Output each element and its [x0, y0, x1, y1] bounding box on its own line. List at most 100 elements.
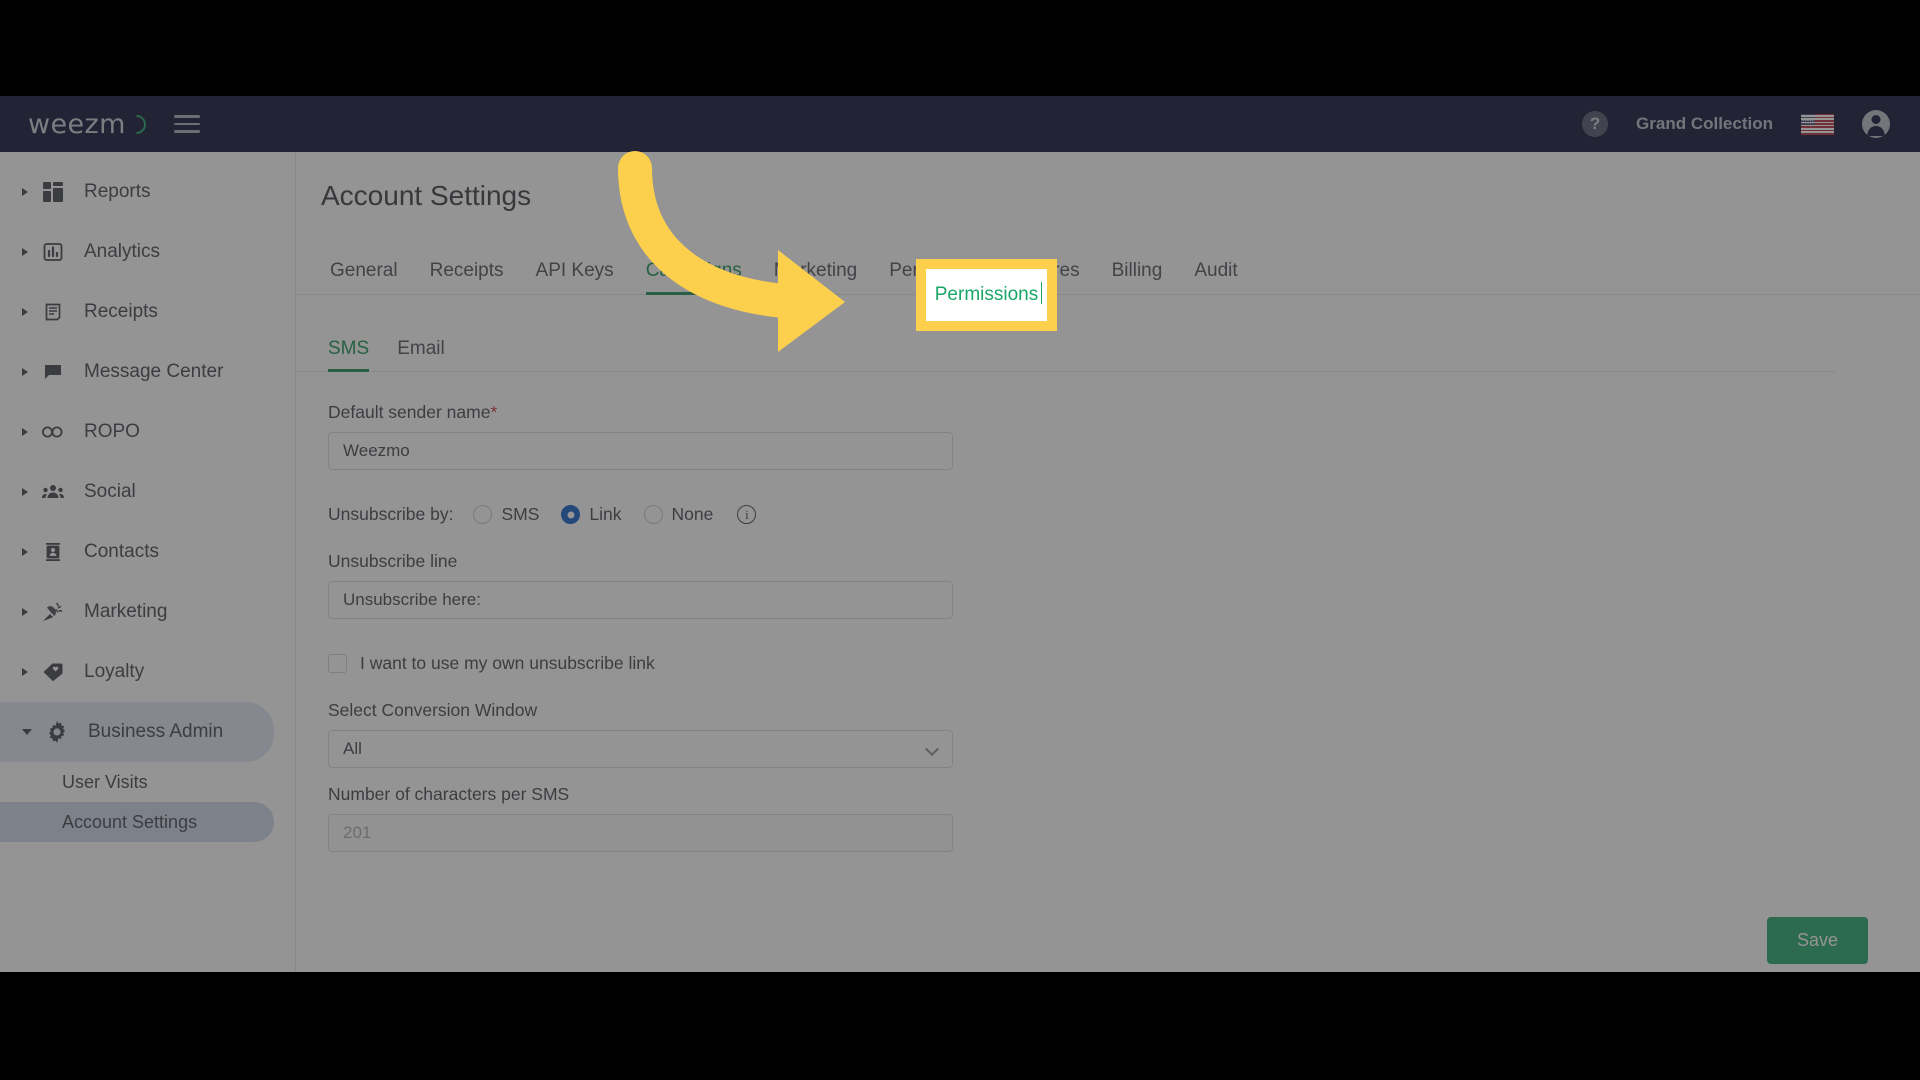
chevron-right-icon — [22, 488, 28, 496]
chevron-right-icon — [22, 368, 28, 376]
message-bubble-icon — [40, 359, 66, 385]
sidebar-item-marketing[interactable]: Marketing — [0, 582, 295, 642]
sidebar-item-ropo[interactable]: ROPO — [0, 402, 295, 462]
radio-label-none: None — [671, 504, 714, 524]
radio-circle-none[interactable] — [643, 505, 663, 524]
hamburger-menu-icon[interactable] — [173, 110, 200, 138]
application-window: weezm ? Grand Collection Reports Analyti… — [0, 96, 1920, 972]
top-navbar: weezm ? Grand Collection — [0, 96, 1920, 152]
infinity-icon — [40, 419, 66, 445]
screenshot-root: weezm ? Grand Collection Reports Analyti… — [0, 0, 1920, 1080]
default-sender-name-input[interactable] — [328, 432, 953, 470]
sidebar-item-label: Message Center — [84, 361, 224, 382]
label-text: Default sender name — [328, 402, 491, 422]
price-tag-heart-icon — [40, 659, 66, 685]
save-button[interactable]: Save — [1766, 917, 1868, 964]
sidebar-item-label: Business Admin — [88, 721, 224, 742]
chevron-right-icon — [22, 428, 28, 436]
sidebar-item-label: ROPO — [84, 421, 140, 442]
brand-logo[interactable]: weezm — [28, 109, 150, 140]
chevron-right-icon — [22, 668, 28, 676]
sidebar-item-social[interactable]: Social — [0, 462, 295, 522]
main-content: Account Settings General Receipts API Ke… — [295, 152, 1920, 972]
default-sender-name-label: Default sender name* — [328, 402, 1920, 423]
radio-option-none[interactable]: None — [643, 504, 714, 525]
channel-tab-bar: SMS Email — [296, 327, 1836, 372]
party-popper-icon — [40, 599, 66, 625]
sidebar-item-reports[interactable]: Reports — [0, 162, 295, 222]
sidebar-item-label: Loyalty — [84, 661, 145, 682]
unsubscribe-by-label: Unsubscribe by: — [328, 504, 454, 524]
sidebar-item-contacts[interactable]: Contacts — [0, 522, 295, 582]
contact-card-icon — [40, 539, 66, 565]
dashboard-grid-icon — [40, 179, 66, 205]
flag-stripe — [1801, 115, 1834, 117]
radio-option-sms[interactable]: SMS — [473, 504, 539, 525]
sidebar-item-loyalty[interactable]: Loyalty — [0, 642, 295, 702]
bar-chart-icon — [40, 239, 66, 265]
chevron-right-icon — [22, 248, 28, 256]
radio-label-link: Link — [589, 504, 622, 524]
unsubscribe-line-input[interactable] — [328, 581, 953, 619]
subtab-sms[interactable]: SMS — [314, 338, 383, 372]
conversion-window-value: All — [343, 739, 362, 758]
campaign-sms-form: Default sender name* Unsubscribe by: SMS… — [296, 372, 1920, 852]
sidebar-navigation: Reports Analytics Receipts Message Cente… — [0, 152, 295, 972]
us-flag-icon[interactable] — [1801, 113, 1834, 135]
unsubscribe-by-radio-group: Unsubscribe by: SMS Link None i — [328, 504, 1920, 525]
flag-stripe — [1801, 131, 1834, 133]
chars-per-sms-label: Number of characters per SMS — [328, 784, 570, 804]
radio-circle-sms[interactable] — [473, 505, 493, 524]
checkbox-label: I want to use my own unsubscribe link — [360, 653, 655, 673]
chevron-right-icon — [22, 308, 28, 316]
sidebar-item-label: Reports — [84, 181, 151, 202]
permissions-tab-highlight[interactable]: Permissions — [916, 259, 1057, 331]
radio-option-link[interactable]: Link — [561, 504, 622, 525]
conversion-window-label: Select Conversion Window — [328, 700, 538, 720]
organization-name[interactable]: Grand Collection — [1636, 114, 1773, 134]
settings-tab-bar: General Receipts API Keys Campaigns Mark… — [296, 250, 1920, 295]
receipt-icon — [40, 299, 66, 325]
chevron-down-icon — [22, 728, 32, 739]
user-avatar-icon[interactable] — [1862, 110, 1890, 138]
sidebar-item-message-center[interactable]: Message Center — [0, 342, 295, 402]
conversion-window-select[interactable]: All — [328, 730, 953, 768]
sidebar-item-label: Marketing — [84, 601, 168, 622]
chars-per-sms-input[interactable] — [328, 814, 953, 852]
tab-receipts[interactable]: Receipts — [414, 260, 520, 294]
chevron-down-icon — [924, 741, 940, 757]
sidebar-subitem-account-settings[interactable]: Account Settings — [0, 802, 274, 842]
chevron-right-icon — [22, 188, 28, 196]
tab-campaigns[interactable]: Campaigns — [630, 260, 758, 295]
tab-general[interactable]: General — [314, 260, 414, 294]
subtab-email[interactable]: Email — [383, 338, 459, 371]
required-asterisk: * — [490, 402, 498, 422]
hamburger-bar — [173, 115, 200, 118]
navbar-right-group: ? Grand Collection — [1582, 110, 1890, 138]
hamburger-bar — [173, 130, 200, 133]
own-unsubscribe-link-checkbox-row[interactable]: I want to use my own unsubscribe link — [328, 653, 1920, 674]
radio-circle-link[interactable] — [561, 505, 581, 524]
people-group-icon — [40, 479, 66, 505]
help-question-icon[interactable]: ? — [1582, 111, 1609, 137]
tab-marketing[interactable]: Marketing — [758, 260, 873, 294]
sidebar-item-analytics[interactable]: Analytics — [0, 222, 295, 282]
flag-stripe — [1801, 128, 1834, 130]
sidebar-item-label: Social — [84, 481, 136, 502]
tab-api-keys[interactable]: API Keys — [520, 260, 630, 294]
info-icon[interactable]: i — [737, 505, 757, 524]
unsubscribe-line-label: Unsubscribe line — [328, 551, 458, 571]
sidebar-item-business-admin[interactable]: Business Admin — [0, 702, 274, 762]
checkbox-own-unsubscribe-link[interactable] — [328, 654, 347, 673]
sidebar-item-receipts[interactable]: Receipts — [0, 282, 295, 342]
tab-billing[interactable]: Billing — [1096, 260, 1179, 294]
page-title: Account Settings — [321, 180, 532, 211]
gear-icon — [44, 719, 70, 745]
flag-stripe — [1801, 124, 1834, 127]
sidebar-subitem-user-visits[interactable]: User Visits — [0, 762, 295, 802]
tab-audit[interactable]: Audit — [1178, 260, 1253, 294]
permissions-tab-highlight-label: Permissions — [934, 282, 1043, 305]
